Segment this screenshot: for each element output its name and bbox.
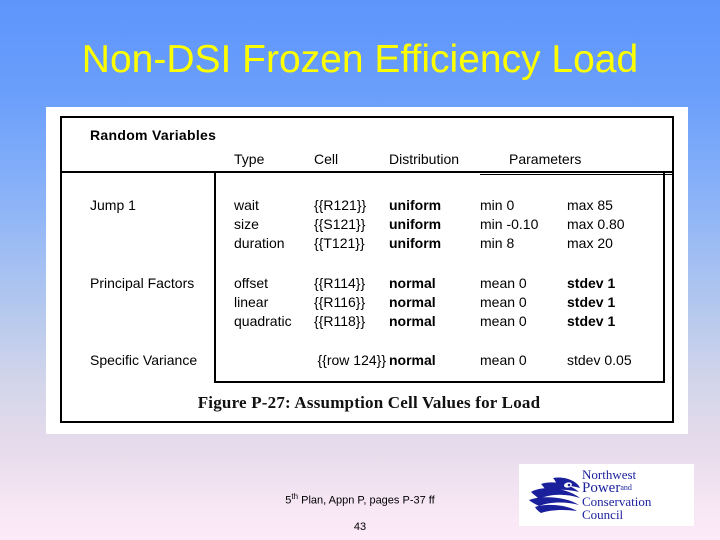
cell-reference: {{R121}} bbox=[314, 197, 367, 213]
organization-logo: Northwest Powerand Conservation Council bbox=[519, 464, 694, 526]
cell-param-1: min 0 bbox=[480, 197, 515, 213]
table-row: duration {{T121}} uniform min 8 max 20 bbox=[62, 235, 672, 254]
column-header-type: Type bbox=[234, 151, 265, 167]
figure-border: Random Variables Type Cell Distribution … bbox=[60, 116, 674, 423]
cell-type: wait bbox=[234, 197, 259, 213]
cell-reference: {{R118}} bbox=[314, 313, 366, 329]
table-row: quadratic {{R118}} normal mean 0 stdev 1 bbox=[62, 313, 672, 332]
table-row: {{row 124}} normal mean 0 stdev 0.05 bbox=[62, 352, 672, 371]
cell-param-1: mean 0 bbox=[480, 313, 527, 329]
cell-reference: {{row 124}} bbox=[317, 352, 386, 368]
cell-param-1: mean 0 bbox=[480, 352, 527, 368]
cell-distribution: normal bbox=[389, 313, 436, 329]
cell-reference: {{S121}} bbox=[314, 216, 366, 232]
figure-caption: Figure P-27: Assumption Cell Values for … bbox=[197, 393, 541, 412]
cell-reference: {{R116}} bbox=[314, 294, 366, 310]
logo-wordmark: Northwest Powerand Conservation Council bbox=[582, 468, 694, 521]
cell-distribution: uniform bbox=[389, 197, 442, 213]
source-note-rest: Plan, Appn P, pages P-37 ff bbox=[298, 494, 435, 507]
cell-type: offset bbox=[234, 275, 268, 291]
fish-wave-emblem-icon bbox=[529, 477, 580, 513]
cell-reference: {{R114}} bbox=[314, 275, 366, 291]
parameters-header-rule bbox=[480, 171, 672, 175]
cell-distribution: normal bbox=[389, 352, 436, 368]
cell-param-2: stdev 0.05 bbox=[567, 352, 632, 368]
logo-line-4: Council bbox=[582, 507, 624, 522]
cell-type: duration bbox=[234, 235, 285, 251]
column-header-distribution: Distribution bbox=[389, 151, 460, 167]
figure-panel: Random Variables Type Cell Distribution … bbox=[46, 107, 688, 434]
column-header-parameters: Parameters bbox=[509, 151, 582, 167]
cell-type: quadratic bbox=[234, 313, 292, 329]
table-bottom-border bbox=[214, 381, 665, 383]
cell-distribution: normal bbox=[389, 294, 436, 310]
cell-param-2: stdev 1 bbox=[567, 294, 616, 310]
cell-type: size bbox=[234, 216, 259, 232]
logo-and-text: and bbox=[620, 483, 632, 492]
table-row: wait {{R121}} uniform min 0 max 85 bbox=[62, 197, 672, 216]
cell-param-1: mean 0 bbox=[480, 275, 527, 291]
page-title: Non-DSI Frozen Efficiency Load bbox=[81, 38, 639, 81]
cell-param-1: mean 0 bbox=[480, 294, 527, 310]
cell-distribution: normal bbox=[389, 275, 436, 291]
cell-param-2: max 20 bbox=[567, 235, 613, 251]
cell-distribution: uniform bbox=[389, 216, 442, 232]
random-variables-label: Random Variables bbox=[90, 127, 217, 143]
cell-reference: {{T121}} bbox=[314, 235, 365, 251]
table-row: size {{S121}} uniform min -0.10 max 0.80 bbox=[62, 216, 672, 235]
assumption-table: Random Variables Type Cell Distribution … bbox=[62, 118, 672, 421]
cell-param-2: stdev 1 bbox=[567, 275, 616, 291]
cell-param-1: min -0.10 bbox=[480, 216, 539, 232]
cell-distribution: uniform bbox=[389, 235, 442, 251]
cell-param-1: min 8 bbox=[480, 235, 515, 251]
column-header-cell: Cell bbox=[314, 151, 339, 167]
cell-type: linear bbox=[234, 294, 269, 310]
table-row: offset {{R114}} normal mean 0 stdev 1 bbox=[62, 275, 672, 294]
cell-param-2: max 0.80 bbox=[567, 216, 625, 232]
logo-line-2: Powerand bbox=[582, 481, 694, 496]
slide: Non-DSI Frozen Efficiency Load Random Va… bbox=[0, 0, 720, 540]
table-row: linear {{R116}} normal mean 0 stdev 1 bbox=[62, 294, 672, 313]
cell-param-2: stdev 1 bbox=[567, 313, 616, 329]
cell-param-2: max 85 bbox=[567, 197, 613, 213]
